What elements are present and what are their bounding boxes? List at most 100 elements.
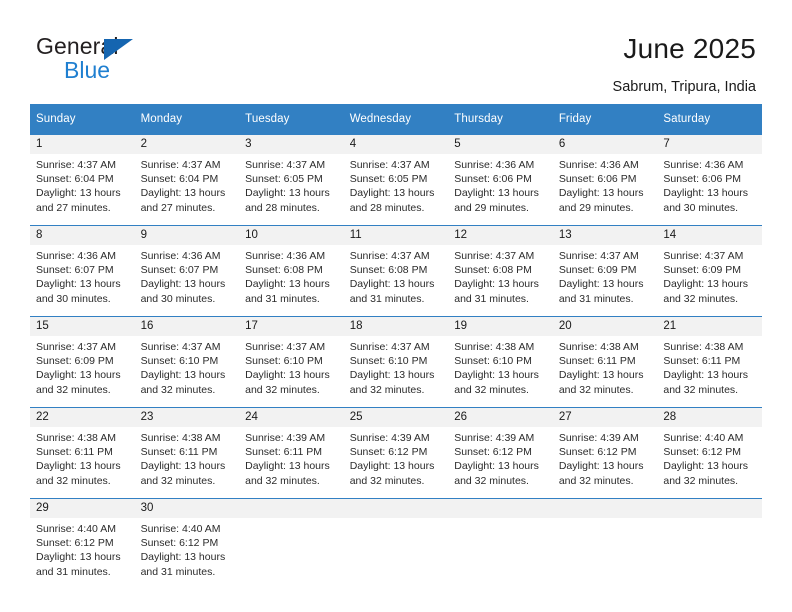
day-number: 9 (134, 226, 240, 245)
sunrise-text: Sunrise: 4:38 AM (663, 341, 744, 353)
sunset-text: Sunset: 6:10 PM (245, 355, 323, 368)
calendar-day-cell[interactable]: 15 Sunrise: 4:37 AM Sunset: 6:09 PM Dayligh… (30, 316, 135, 408)
daylight-text: Daylight: 13 hours and 32 minutes. (454, 460, 539, 487)
weekday-header-tuesday: Tuesday (239, 104, 344, 135)
day-number: 6 (552, 135, 658, 154)
day-details: Sunrise: 4:37 AM Sunset: 6:05 PM Daylight:… (239, 154, 344, 215)
calendar-day-cell-empty (239, 498, 344, 589)
sunset-text: Sunset: 6:12 PM (454, 446, 532, 459)
calendar-day-cell[interactable]: 12 Sunrise: 4:37 AM Sunset: 6:08 PM Dayligh… (448, 225, 553, 317)
sunrise-text: Sunrise: 4:37 AM (140, 159, 221, 171)
sunrise-text: Sunrise: 4:37 AM (349, 341, 430, 353)
daylight-text: Daylight: 13 hours and 30 minutes. (36, 278, 121, 305)
sunrise-text: Sunrise: 4:37 AM (245, 341, 326, 353)
calendar-day-cell[interactable]: 24 Sunrise: 4:39 AM Sunset: 6:11 PM Dayligh… (239, 407, 344, 499)
sunset-text: Sunset: 6:12 PM (36, 537, 114, 550)
calendar-day-cell[interactable]: 17 Sunrise: 4:37 AM Sunset: 6:10 PM Dayligh… (239, 316, 344, 408)
sunrise-text: Sunrise: 4:37 AM (140, 341, 221, 353)
sunrise-text: Sunrise: 4:37 AM (245, 159, 326, 171)
calendar-day-cell-empty (552, 498, 658, 589)
sunset-text: Sunset: 6:06 PM (558, 173, 637, 186)
calendar-day-cell[interactable]: 4 Sunrise: 4:37 AM Sunset: 6:05 PM Daylight… (343, 134, 449, 226)
calendar-day-cell[interactable]: 19 Sunrise: 4:38 AM Sunset: 6:10 PM Dayligh… (448, 316, 553, 408)
sunset-text: Sunset: 6:04 PM (140, 173, 219, 186)
logo-text-blue: Blue (64, 57, 111, 83)
calendar-day-cell-empty (448, 498, 553, 589)
day-details: Sunrise: 4:37 AM Sunset: 6:09 PM Daylight:… (657, 245, 762, 306)
sunrise-text: Sunrise: 4:36 AM (454, 159, 535, 171)
daylight-text: Daylight: 13 hours and 32 minutes. (558, 369, 644, 396)
calendar-day-cell[interactable]: 2 Sunrise: 4:37 AM Sunset: 6:04 PM Daylight… (134, 134, 240, 226)
sunrise-text: Sunrise: 4:39 AM (454, 432, 535, 444)
calendar-week-row: 1 Sunrise: 4:37 AM Sunset: 6:04 PM Daylight… (30, 134, 762, 226)
calendar-day-cell[interactable]: 5 Sunrise: 4:36 AM Sunset: 6:06 PM Daylight… (448, 134, 553, 226)
sunset-text: Sunset: 6:12 PM (349, 446, 428, 459)
sunset-text: Sunset: 6:08 PM (454, 264, 532, 277)
calendar-day-cell[interactable]: 14 Sunrise: 4:37 AM Sunset: 6:09 PM Dayligh… (657, 225, 762, 317)
calendar-day-cell[interactable]: 8 Sunrise: 4:36 AM Sunset: 6:07 PM Daylight… (30, 225, 135, 317)
day-number: 11 (343, 226, 449, 245)
weekday-header-wednesday: Wednesday (343, 104, 449, 135)
day-number: 8 (30, 226, 135, 245)
calendar-day-cell[interactable]: 23 Sunrise: 4:38 AM Sunset: 6:11 PM Dayligh… (134, 407, 240, 499)
day-number: 27 (552, 408, 658, 427)
day-details: Sunrise: 4:38 AM Sunset: 6:10 PM Daylight:… (448, 336, 553, 397)
daylight-text: Daylight: 13 hours and 32 minutes. (245, 369, 330, 396)
day-details: Sunrise: 4:40 AM Sunset: 6:12 PM Daylight:… (657, 427, 762, 488)
calendar-day-cell[interactable]: 3 Sunrise: 4:37 AM Sunset: 6:05 PM Daylight… (239, 134, 344, 226)
day-details: Sunrise: 4:39 AM Sunset: 6:12 PM Daylight:… (553, 427, 658, 488)
sunset-text: Sunset: 6:12 PM (140, 537, 219, 550)
calendar-day-cell[interactable]: 30 Sunrise: 4:40 AM Sunset: 6:12 PM Dayligh… (134, 498, 240, 589)
sunset-text: Sunset: 6:05 PM (245, 173, 323, 186)
calendar-day-cell[interactable]: 11 Sunrise: 4:37 AM Sunset: 6:08 PM Dayligh… (343, 225, 449, 317)
calendar-day-cell[interactable]: 25 Sunrise: 4:39 AM Sunset: 6:12 PM Dayligh… (343, 407, 449, 499)
calendar-day-cell[interactable]: 20 Sunrise: 4:38 AM Sunset: 6:11 PM Dayligh… (552, 316, 658, 408)
calendar-day-cell[interactable]: 6 Sunrise: 4:36 AM Sunset: 6:06 PM Daylight… (552, 134, 658, 226)
daylight-text: Daylight: 13 hours and 32 minutes. (663, 278, 749, 305)
calendar-day-cell[interactable]: 13 Sunrise: 4:37 AM Sunset: 6:09 PM Dayligh… (552, 225, 658, 317)
day-number: 24 (239, 408, 344, 427)
sunset-text: Sunset: 6:10 PM (140, 355, 219, 368)
daylight-text: Daylight: 13 hours and 32 minutes. (140, 369, 226, 396)
day-number: 23 (134, 408, 240, 427)
sunset-text: Sunset: 6:06 PM (454, 173, 532, 186)
calendar-day-cell[interactable]: 18 Sunrise: 4:37 AM Sunset: 6:10 PM Dayligh… (343, 316, 449, 408)
sunset-text: Sunset: 6:10 PM (349, 355, 428, 368)
day-details: Sunrise: 4:38 AM Sunset: 6:11 PM Daylight:… (30, 427, 135, 488)
calendar-day-cell[interactable]: 26 Sunrise: 4:39 AM Sunset: 6:12 PM Dayligh… (448, 407, 553, 499)
day-number: 22 (30, 408, 135, 427)
day-details: Sunrise: 4:37 AM Sunset: 6:10 PM Daylight:… (135, 336, 240, 397)
sunset-text: Sunset: 6:11 PM (663, 355, 741, 368)
calendar-day-cell[interactable]: 1 Sunrise: 4:37 AM Sunset: 6:04 PM Daylight… (30, 134, 135, 226)
daylight-text: Daylight: 13 hours and 32 minutes. (454, 369, 539, 396)
daylight-text: Daylight: 13 hours and 32 minutes. (349, 460, 435, 487)
calendar-day-cell[interactable]: 28 Sunrise: 4:40 AM Sunset: 6:12 PM Dayligh… (657, 407, 762, 499)
calendar-day-cell[interactable]: 16 Sunrise: 4:37 AM Sunset: 6:10 PM Dayligh… (134, 316, 240, 408)
calendar-day-cell[interactable]: 27 Sunrise: 4:39 AM Sunset: 6:12 PM Dayligh… (552, 407, 658, 499)
day-number: 1 (30, 135, 135, 154)
daylight-text: Daylight: 13 hours and 29 minutes. (558, 187, 644, 214)
daylight-text: Daylight: 13 hours and 28 minutes. (349, 187, 435, 214)
sunset-text: Sunset: 6:12 PM (663, 446, 742, 459)
calendar-day-cell[interactable]: 10 Sunrise: 4:36 AM Sunset: 6:08 PM Dayligh… (239, 225, 344, 317)
generalblue-logo[interactable]: General Blue (36, 33, 206, 85)
calendar-day-cell[interactable]: 29 Sunrise: 4:40 AM Sunset: 6:12 PM Dayligh… (30, 498, 135, 589)
day-details: Sunrise: 4:36 AM Sunset: 6:08 PM Daylight:… (239, 245, 344, 306)
sunset-text: Sunset: 6:04 PM (36, 173, 114, 186)
day-details: Sunrise: 4:37 AM Sunset: 6:09 PM Daylight:… (30, 336, 135, 397)
calendar-day-cell[interactable]: 21 Sunrise: 4:38 AM Sunset: 6:11 PM Dayligh… (657, 316, 762, 408)
daylight-text: Daylight: 13 hours and 32 minutes. (663, 460, 749, 487)
calendar-day-cell[interactable]: 22 Sunrise: 4:38 AM Sunset: 6:11 PM Dayligh… (30, 407, 135, 499)
day-details: Sunrise: 4:38 AM Sunset: 6:11 PM Daylight:… (135, 427, 240, 488)
calendar-day-cell[interactable]: 7 Sunrise: 4:36 AM Sunset: 6:06 PM Daylight… (657, 134, 762, 226)
daylight-text: Daylight: 13 hours and 32 minutes. (36, 460, 121, 487)
daylight-text: Daylight: 13 hours and 30 minutes. (663, 187, 749, 214)
day-number: 17 (239, 317, 344, 336)
calendar-day-cell[interactable]: 9 Sunrise: 4:36 AM Sunset: 6:07 PM Daylight… (134, 225, 240, 317)
calendar-day-cell-empty (657, 498, 762, 589)
sunset-text: Sunset: 6:08 PM (349, 264, 428, 277)
weekday-header-friday: Friday (552, 104, 658, 135)
weekday-header-thursday: Thursday (448, 104, 553, 135)
page-header: General Blue June 2025 Sabrum, Tripura, … (0, 0, 792, 96)
day-number: 28 (657, 408, 762, 427)
